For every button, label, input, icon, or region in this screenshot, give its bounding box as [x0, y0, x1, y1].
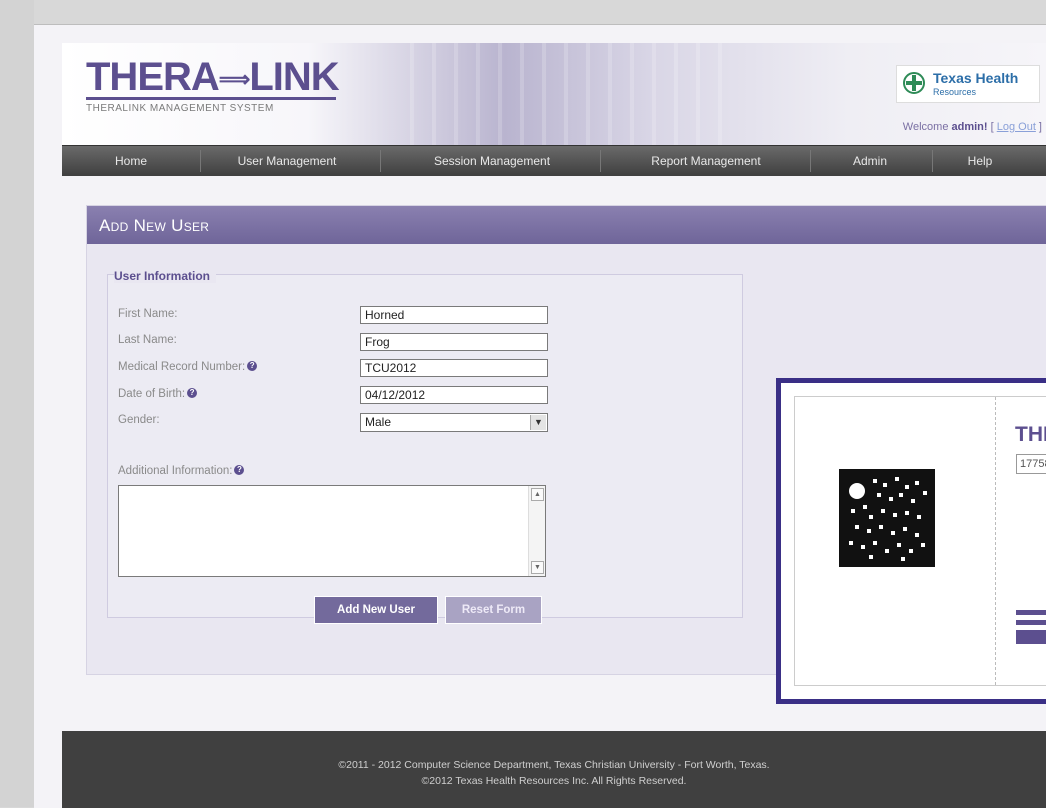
mrn-label: Medical Record Number:?: [118, 361, 258, 373]
partner-name: Texas Health: [933, 70, 1019, 86]
nav-separator: [932, 150, 933, 172]
nav-separator: [600, 150, 601, 172]
welcome-prefix: Welcome: [902, 121, 952, 133]
matrix-code-icon: [839, 469, 935, 567]
logout-bracket-open: [: [987, 121, 997, 133]
globe-cross-icon: [903, 72, 925, 94]
partner-subtitle: Resources: [933, 87, 977, 97]
help-icon[interactable]: ?: [187, 388, 198, 398]
header-stripes: [392, 43, 722, 145]
texas-health-logo: Texas Health Resources: [896, 65, 1040, 103]
nav-separator: [380, 150, 381, 172]
scroll-up-icon[interactable]: ▲: [531, 488, 544, 501]
dob-label: Date of Birth:?: [118, 388, 198, 400]
fieldset-legend: User Information: [114, 269, 217, 283]
logo-subtitle: THERALINK MANAGEMENT SYSTEM: [86, 103, 274, 115]
logout-link[interactable]: Log Out: [997, 121, 1036, 133]
nav-admin[interactable]: Admin: [818, 146, 922, 176]
badge-title: THE: [1015, 423, 1046, 446]
additional-info-label-text: Additional Information:: [118, 465, 233, 477]
badge-line: [1016, 610, 1046, 615]
panel-title-text: Add New User: [99, 216, 210, 235]
nav-report-management[interactable]: Report Management: [618, 146, 794, 176]
gender-select[interactable]: Male ▼: [360, 413, 548, 432]
mrn-input[interactable]: TCU2012: [360, 359, 548, 377]
add-new-user-button[interactable]: Add New User: [314, 596, 438, 624]
badge-code-field: 17758: [1016, 454, 1046, 474]
badge-card: THE 17758: [794, 396, 1046, 686]
nav-user-management[interactable]: User Management: [212, 146, 362, 176]
theralink-logo[interactable]: THERA⟹LINK THERALINK MANAGEMENT SYSTEM: [86, 55, 340, 115]
dob-label-text: Date of Birth:: [118, 388, 186, 400]
logo-title-part2: LINK: [249, 55, 339, 99]
badge-preview-overlay: THE 17758: [776, 378, 1046, 704]
dob-input[interactable]: 04/12/2012: [360, 386, 548, 404]
additional-info-textarea[interactable]: ▲ ▼: [118, 485, 546, 577]
first-name-label: First Name:: [118, 308, 178, 320]
nav-help[interactable]: Help: [934, 146, 1026, 176]
gender-selected-value: Male: [365, 415, 392, 429]
nav-session-management[interactable]: Session Management: [402, 146, 582, 176]
site-footer: ©2011 - 2012 Computer Science Department…: [62, 731, 1046, 808]
badge-line: [1016, 620, 1046, 625]
logo-arrow-icon: ⟹: [218, 66, 251, 92]
gender-label: Gender:: [118, 414, 160, 426]
textarea-scrollbar[interactable]: ▲ ▼: [528, 486, 545, 576]
panel-title: Add New User: [87, 206, 1046, 244]
welcome-text: Welcome admin! [ Log Out ]: [903, 121, 1042, 133]
chevron-down-icon[interactable]: ▼: [530, 415, 546, 430]
logo-title: THERA⟹LINK: [86, 55, 340, 99]
scroll-down-icon[interactable]: ▼: [531, 561, 544, 574]
footer-copyright-1: ©2011 - 2012 Computer Science Department…: [338, 759, 770, 771]
site-header: THERA⟹LINK THERALINK MANAGEMENT SYSTEM T…: [62, 43, 1046, 145]
badge-bar: [1016, 630, 1046, 644]
username: admin!: [951, 121, 988, 133]
nav-separator: [810, 150, 811, 172]
reset-form-button[interactable]: Reset Form: [445, 596, 542, 624]
last-name-label: Last Name:: [118, 334, 177, 346]
help-icon[interactable]: ?: [234, 465, 245, 475]
help-icon[interactable]: ?: [247, 361, 258, 371]
footer-copyright-2: ©2012 Texas Health Resources Inc. All Ri…: [421, 775, 687, 787]
main-nav: Home User Management Session Management …: [62, 145, 1046, 176]
nav-home[interactable]: Home: [76, 146, 186, 176]
mrn-label-text: Medical Record Number:: [118, 361, 246, 373]
additional-info-label: Additional Information:?: [118, 465, 245, 477]
logo-title-part1: THERA: [86, 55, 220, 99]
nav-separator: [200, 150, 201, 172]
badge-fold-line: [995, 397, 996, 685]
first-name-input[interactable]: Horned: [360, 306, 548, 324]
last-name-input[interactable]: Frog: [360, 333, 548, 351]
logout-bracket-close: ]: [1035, 121, 1042, 133]
outer-margin: [0, 0, 34, 807]
